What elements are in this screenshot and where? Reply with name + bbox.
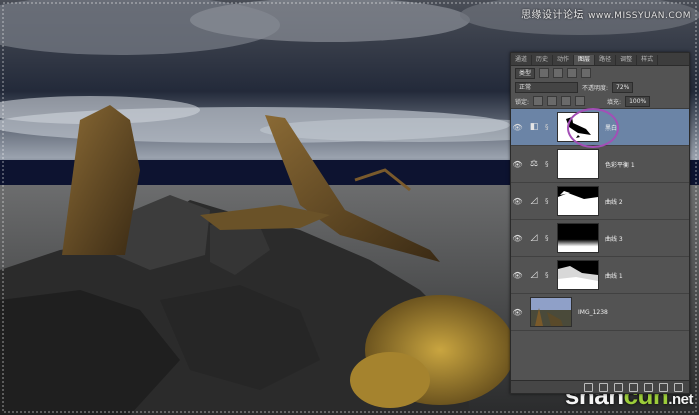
layer-row-black-white[interactable]: 👁 ◧ § 黑白 [511, 108, 689, 148]
layer-name: 曲线 2 [605, 198, 623, 206]
lock-row: 锁定: 填充: 100% [511, 94, 689, 108]
fill-label: 填充: [607, 98, 622, 106]
curves-icon: ◿ [530, 196, 538, 206]
tab-actions[interactable]: 动作 [553, 55, 575, 65]
layer-name: 曲线 3 [605, 235, 623, 243]
layer-row-color-balance[interactable]: 👁 ⚖ § 色彩平衡 1 [511, 146, 689, 183]
tab-channels[interactable]: 通道 [511, 55, 533, 65]
watermark-top-cn: 思缘设计论坛 [521, 10, 585, 21]
new-layer-icon[interactable] [659, 382, 668, 392]
filter-pixel-icon[interactable] [539, 68, 550, 78]
blend-row: 正常 不透明度: 72% [511, 80, 689, 94]
filter-shape-icon[interactable] [581, 68, 592, 78]
chain-icon[interactable]: § [545, 160, 551, 168]
filter-type-icon[interactable] [567, 68, 578, 78]
tab-paths[interactable]: 路径 [595, 55, 617, 65]
filter-row: 类型 [511, 66, 689, 80]
layer-mask-thumbnail[interactable] [557, 149, 599, 179]
chain-icon[interactable]: § [545, 123, 551, 131]
layer-name: 色彩平衡 1 [605, 161, 635, 169]
lock-label: 锁定: [515, 98, 530, 106]
lock-transparency-icon[interactable] [533, 96, 544, 106]
layer-name: 曲线 1 [605, 272, 623, 280]
tab-adjustments[interactable]: 调整 [616, 55, 638, 65]
layer-mask-thumbnail[interactable] [557, 223, 599, 253]
lock-all-icon[interactable] [575, 96, 586, 106]
tab-history[interactable]: 历史 [532, 55, 554, 65]
watermark-top-en: www.MISSYUAN.COM [588, 11, 691, 21]
layer-row-curves-2[interactable]: 👁 ◿ § 曲线 2 [511, 183, 689, 220]
lock-pixels-icon[interactable] [547, 96, 558, 106]
filter-adjust-icon[interactable] [553, 68, 564, 78]
tab-layers[interactable]: 图层 [574, 55, 596, 65]
curves-icon: ◿ [530, 270, 538, 280]
panel-tabs: 通道 历史 动作 图层 路径 调整 样式 [511, 53, 689, 66]
panel-footer [511, 380, 689, 393]
tab-styles[interactable]: 样式 [637, 55, 659, 65]
opacity-label: 不透明度: [582, 84, 609, 92]
black-white-icon: ◧ [529, 122, 539, 132]
layer-name: IMG_1238 [578, 308, 608, 316]
watermark-top: 思缘设计论坛 www.MISSYUAN.COM [521, 6, 691, 21]
link-layers-icon[interactable] [584, 382, 593, 392]
layer-row-curves-1[interactable]: 👁 ◿ § 曲线 1 [511, 257, 689, 294]
layer-filter-select[interactable]: 类型 [515, 67, 536, 79]
layer-list: 👁 ◧ § 黑白 👁 ⚖ § 色彩平衡 1 👁 ◿ § 曲线 2 👁 ◿ § 曲… [511, 108, 689, 331]
chain-icon[interactable]: § [545, 271, 551, 279]
opacity-input[interactable]: 72% [612, 81, 634, 93]
trash-icon[interactable] [674, 382, 683, 392]
fx-icon[interactable] [599, 382, 608, 392]
blend-mode-select[interactable]: 正常 [515, 81, 578, 93]
layers-panel: 通道 历史 动作 图层 路径 调整 样式 类型 正常 不透明度: 72% 锁定:… [510, 52, 690, 394]
eye-icon[interactable]: 👁 [511, 271, 524, 280]
eye-icon[interactable]: 👁 [511, 308, 524, 317]
fill-input[interactable]: 100% [625, 95, 651, 107]
eye-icon[interactable]: 👁 [511, 234, 524, 243]
layer-row-curves-3[interactable]: 👁 ◿ § 曲线 3 [511, 220, 689, 257]
highlight-ring [567, 108, 619, 148]
curves-icon: ◿ [530, 233, 538, 243]
add-mask-icon[interactable] [614, 382, 623, 392]
layer-row-background-image[interactable]: 👁 IMG_1238 [511, 294, 689, 331]
chain-icon[interactable]: § [545, 197, 551, 205]
eye-icon[interactable]: 👁 [511, 197, 524, 206]
image-thumbnail[interactable] [530, 297, 572, 327]
layer-mask-thumbnail[interactable] [557, 186, 599, 216]
lock-position-icon[interactable] [561, 96, 572, 106]
layer-mask-thumbnail[interactable] [557, 260, 599, 290]
eye-icon[interactable]: 👁 [511, 160, 524, 169]
group-icon[interactable] [644, 382, 653, 392]
adjustment-layer-icon[interactable] [629, 382, 638, 392]
chain-icon[interactable]: § [545, 234, 551, 242]
eye-icon[interactable]: 👁 [511, 123, 524, 132]
balance-icon: ⚖ [529, 159, 539, 169]
